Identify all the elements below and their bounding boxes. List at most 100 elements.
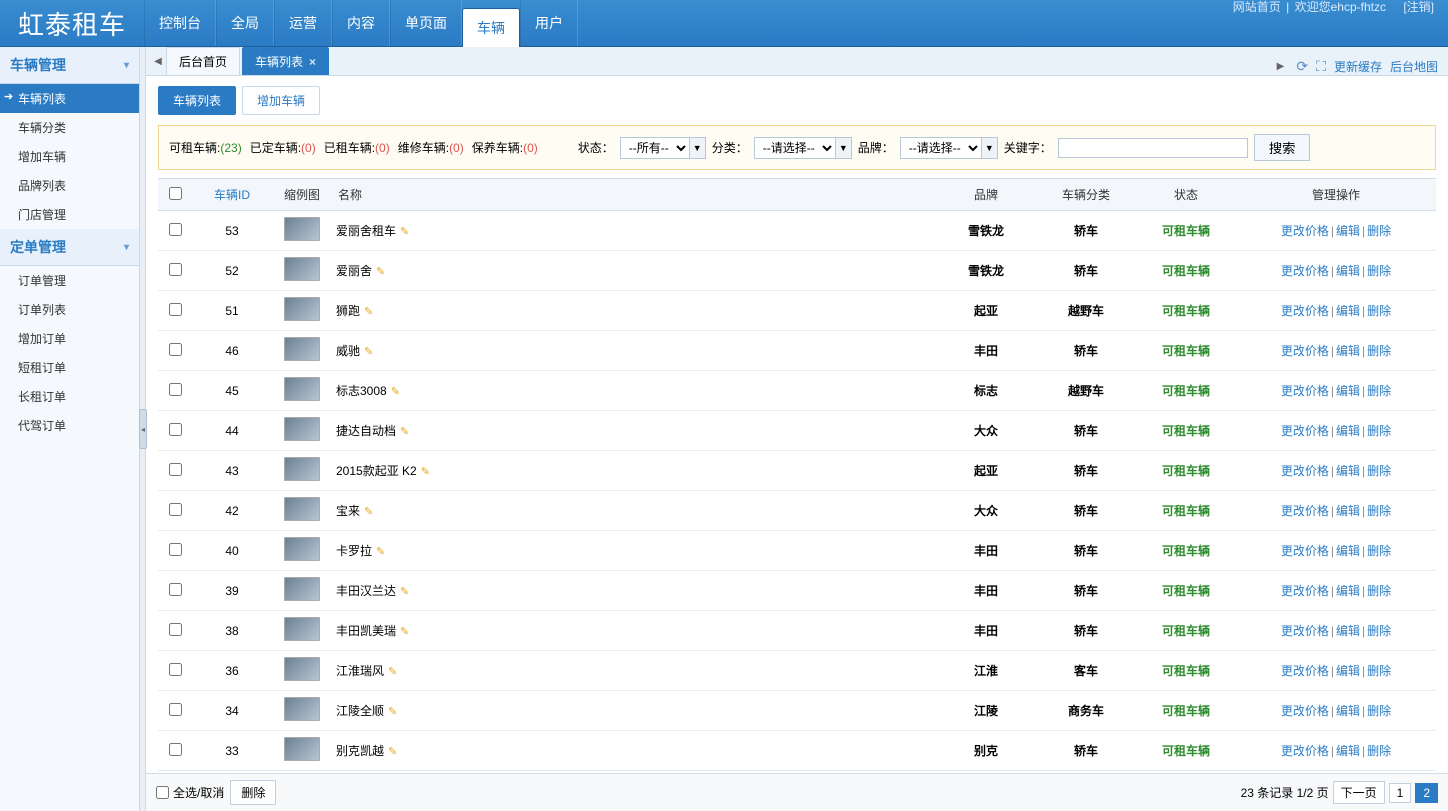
sidebar-item[interactable]: 代驾订单 bbox=[0, 411, 139, 440]
pager-1[interactable]: 1 bbox=[1389, 783, 1412, 803]
input-keyword[interactable] bbox=[1058, 138, 1248, 158]
main-tab-6[interactable]: 用户 bbox=[520, 0, 578, 46]
sidebar-item[interactable]: 短租订单 bbox=[0, 353, 139, 382]
action-delete[interactable]: 删除 bbox=[1367, 624, 1391, 638]
select-category[interactable]: --请选择-- bbox=[754, 137, 836, 159]
action-delete[interactable]: 删除 bbox=[1367, 344, 1391, 358]
close-icon[interactable]: × bbox=[309, 55, 316, 69]
action-edit[interactable]: 编辑 bbox=[1336, 584, 1360, 598]
pencil-icon[interactable]: ✎ bbox=[376, 546, 385, 558]
row-checkbox[interactable] bbox=[169, 463, 182, 476]
thumbnail-image[interactable] bbox=[284, 577, 320, 601]
link-welcome[interactable]: 欢迎您ehcp-fhtzc bbox=[1295, 0, 1386, 14]
sidebar-splitter[interactable]: ◂ bbox=[140, 47, 146, 811]
pencil-icon[interactable]: ✎ bbox=[391, 386, 400, 398]
thumbnail-image[interactable] bbox=[284, 297, 320, 321]
sidebar-section-head[interactable]: 定单管理▾ bbox=[0, 229, 139, 266]
action-edit[interactable]: 编辑 bbox=[1336, 544, 1360, 558]
main-tab-1[interactable]: 全局 bbox=[216, 0, 274, 46]
action-price[interactable]: 更改价格 bbox=[1281, 624, 1329, 638]
pager-next[interactable]: 下一页 bbox=[1333, 781, 1385, 804]
action-price[interactable]: 更改价格 bbox=[1281, 424, 1329, 438]
subtab-list[interactable]: 车辆列表 bbox=[158, 86, 236, 115]
sidebar-item[interactable]: 门店管理 bbox=[0, 200, 139, 229]
pager-2[interactable]: 2 bbox=[1415, 783, 1438, 803]
action-price[interactable]: 更改价格 bbox=[1281, 504, 1329, 518]
thumbnail-image[interactable] bbox=[284, 417, 320, 441]
action-delete[interactable]: 删除 bbox=[1367, 224, 1391, 238]
action-delete[interactable]: 删除 bbox=[1367, 664, 1391, 678]
action-edit[interactable]: 编辑 bbox=[1336, 464, 1360, 478]
pencil-icon[interactable]: ✎ bbox=[364, 346, 373, 358]
thumbnail-image[interactable] bbox=[284, 697, 320, 721]
tabbar-prev-icon[interactable]: ◀ bbox=[150, 56, 166, 67]
pencil-icon[interactable]: ✎ bbox=[400, 426, 409, 438]
main-tab-3[interactable]: 内容 bbox=[332, 0, 390, 46]
action-delete[interactable]: 删除 bbox=[1367, 744, 1391, 758]
link-logout[interactable]: [注销] bbox=[1403, 0, 1434, 14]
action-price[interactable]: 更改价格 bbox=[1281, 704, 1329, 718]
checkbox-all[interactable] bbox=[169, 187, 182, 200]
action-price[interactable]: 更改价格 bbox=[1281, 224, 1329, 238]
tab-vehicle-list[interactable]: 车辆列表× bbox=[242, 47, 329, 75]
action-price[interactable]: 更改价格 bbox=[1281, 744, 1329, 758]
row-checkbox[interactable] bbox=[169, 703, 182, 716]
action-delete[interactable]: 删除 bbox=[1367, 584, 1391, 598]
row-checkbox[interactable] bbox=[169, 743, 182, 756]
sidebar-item[interactable]: 车辆列表 bbox=[0, 84, 139, 113]
link-sitemap[interactable]: 后台地图 bbox=[1390, 58, 1438, 75]
sidebar-item[interactable]: 车辆分类 bbox=[0, 113, 139, 142]
fullscreen-icon[interactable]: ⛶ bbox=[1316, 58, 1326, 75]
action-edit[interactable]: 编辑 bbox=[1336, 224, 1360, 238]
row-checkbox[interactable] bbox=[169, 583, 182, 596]
action-edit[interactable]: 编辑 bbox=[1336, 624, 1360, 638]
sidebar-item[interactable]: 增加订单 bbox=[0, 324, 139, 353]
row-checkbox[interactable] bbox=[169, 383, 182, 396]
row-checkbox[interactable] bbox=[169, 623, 182, 636]
action-price[interactable]: 更改价格 bbox=[1281, 264, 1329, 278]
action-edit[interactable]: 编辑 bbox=[1336, 304, 1360, 318]
sidebar-section-head[interactable]: 车辆管理▾ bbox=[0, 47, 139, 84]
action-edit[interactable]: 编辑 bbox=[1336, 664, 1360, 678]
action-edit[interactable]: 编辑 bbox=[1336, 384, 1360, 398]
action-edit[interactable]: 编辑 bbox=[1336, 744, 1360, 758]
subtab-add[interactable]: 增加车辆 bbox=[242, 86, 320, 115]
pencil-icon[interactable]: ✎ bbox=[364, 306, 373, 318]
sidebar-item[interactable]: 增加车辆 bbox=[0, 142, 139, 171]
pencil-icon[interactable]: ✎ bbox=[421, 466, 430, 478]
action-edit[interactable]: 编辑 bbox=[1336, 344, 1360, 358]
main-tab-2[interactable]: 运营 bbox=[274, 0, 332, 46]
label-select-all[interactable]: 全选/取消 bbox=[173, 784, 224, 801]
dropdown-icon[interactable]: ▼ bbox=[836, 137, 852, 159]
pencil-icon[interactable]: ✎ bbox=[400, 586, 409, 598]
action-delete[interactable]: 删除 bbox=[1367, 504, 1391, 518]
action-price[interactable]: 更改价格 bbox=[1281, 664, 1329, 678]
tab-dashboard-home[interactable]: 后台首页 bbox=[166, 47, 240, 75]
main-tab-5[interactable]: 车辆 bbox=[462, 8, 520, 47]
row-checkbox[interactable] bbox=[169, 503, 182, 516]
action-edit[interactable]: 编辑 bbox=[1336, 264, 1360, 278]
select-brand[interactable]: --请选择-- bbox=[900, 137, 982, 159]
sidebar-item[interactable]: 订单管理 bbox=[0, 266, 139, 295]
thumbnail-image[interactable] bbox=[284, 497, 320, 521]
main-tab-0[interactable]: 控制台 bbox=[144, 0, 216, 46]
thumbnail-image[interactable] bbox=[284, 217, 320, 241]
pencil-icon[interactable]: ✎ bbox=[388, 706, 397, 718]
action-price[interactable]: 更改价格 bbox=[1281, 304, 1329, 318]
link-home[interactable]: 网站首页 bbox=[1233, 0, 1281, 14]
thumbnail-image[interactable] bbox=[284, 617, 320, 641]
tabbar-next-icon[interactable]: ▶ bbox=[1272, 61, 1288, 72]
thumbnail-image[interactable] bbox=[284, 737, 320, 761]
pencil-icon[interactable]: ✎ bbox=[364, 506, 373, 518]
row-checkbox[interactable] bbox=[169, 543, 182, 556]
action-edit[interactable]: 编辑 bbox=[1336, 424, 1360, 438]
action-edit[interactable]: 编辑 bbox=[1336, 704, 1360, 718]
col-id[interactable]: 车辆ID bbox=[192, 179, 272, 211]
row-checkbox[interactable] bbox=[169, 223, 182, 236]
thumbnail-image[interactable] bbox=[284, 657, 320, 681]
refresh-icon[interactable]: ⟳ bbox=[1296, 58, 1308, 75]
action-delete[interactable]: 删除 bbox=[1367, 704, 1391, 718]
pencil-icon[interactable]: ✎ bbox=[376, 266, 385, 278]
thumbnail-image[interactable] bbox=[284, 377, 320, 401]
main-tab-4[interactable]: 单页面 bbox=[390, 0, 462, 46]
